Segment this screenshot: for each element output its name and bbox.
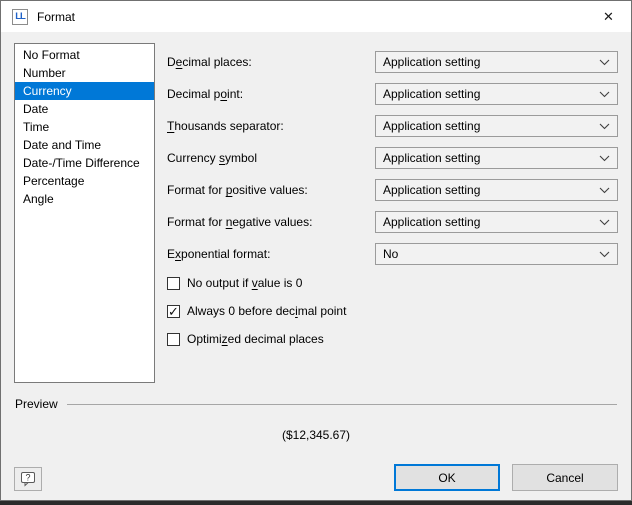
chevron-down-icon bbox=[599, 219, 613, 226]
format-category-list[interactable]: No Format Number Currency Date Time Date… bbox=[14, 43, 155, 383]
dialog-body: No Format Number Currency Date Time Date… bbox=[1, 32, 631, 501]
decimal-point-select[interactable]: Application setting bbox=[375, 83, 618, 105]
positive-values-format-row: Format for positive values: Application … bbox=[167, 179, 618, 201]
negative-values-format-row: Format for negative values: Application … bbox=[167, 211, 618, 233]
chevron-down-icon bbox=[599, 251, 613, 258]
close-icon: ✕ bbox=[603, 9, 614, 25]
decimal-point-row: Decimal point: Application setting bbox=[167, 83, 618, 105]
exponential-format-row: Exponential format: No bbox=[167, 243, 618, 265]
exponential-format-select[interactable]: No bbox=[375, 243, 618, 265]
chevron-down-icon bbox=[599, 123, 613, 130]
list-item-date-and-time[interactable]: Date and Time bbox=[15, 136, 154, 154]
close-button[interactable]: ✕ bbox=[586, 1, 631, 32]
list-item-percentage[interactable]: Percentage bbox=[15, 172, 154, 190]
list-item-number[interactable]: Number bbox=[15, 64, 154, 82]
list-item-no-format[interactable]: No Format bbox=[15, 46, 154, 64]
negative-values-format-label: Format for negative values: bbox=[167, 215, 375, 229]
chevron-down-icon bbox=[599, 155, 613, 162]
optimized-decimal-places-checkbox[interactable] bbox=[167, 333, 180, 346]
optimized-decimal-places-label: Optimized decimal places bbox=[187, 332, 324, 346]
chevron-down-icon bbox=[599, 91, 613, 98]
no-output-if-zero-label: No output if value is 0 bbox=[187, 276, 302, 290]
decimal-places-row: Decimal places: Application setting bbox=[167, 51, 618, 73]
preview-label: Preview bbox=[15, 397, 58, 411]
preview-divider bbox=[67, 404, 617, 405]
help-button[interactable]: ? bbox=[14, 467, 42, 491]
currency-symbol-select[interactable]: Application setting bbox=[375, 147, 618, 169]
currency-symbol-row: Currency symbol Application setting bbox=[167, 147, 618, 169]
always-zero-before-decimal-row[interactable]: ✓ Always 0 before decimal point bbox=[167, 303, 618, 319]
always-zero-before-decimal-label: Always 0 before decimal point bbox=[187, 304, 346, 318]
currency-symbol-label: Currency symbol bbox=[167, 151, 375, 165]
positive-values-format-select[interactable]: Application setting bbox=[375, 179, 618, 201]
chevron-down-icon bbox=[599, 187, 613, 194]
no-output-if-zero-row[interactable]: No output if value is 0 bbox=[167, 275, 618, 291]
svg-text:?: ? bbox=[25, 473, 30, 483]
list-item-currency[interactable]: Currency bbox=[15, 82, 154, 100]
decimal-places-label: Decimal places: bbox=[167, 55, 375, 69]
help-bubble-icon: ? bbox=[20, 471, 36, 487]
always-zero-before-decimal-checkbox[interactable]: ✓ bbox=[167, 305, 180, 318]
title-bar: LL Format ✕ bbox=[1, 1, 631, 32]
positive-values-format-label: Format for positive values: bbox=[167, 183, 375, 197]
list-item-date[interactable]: Date bbox=[15, 100, 154, 118]
ok-button[interactable]: OK bbox=[394, 464, 500, 491]
background-strip bbox=[0, 501, 632, 505]
thousands-separator-label: Thousands separator: bbox=[167, 119, 375, 133]
preview-value: ($12,345.67) bbox=[14, 428, 618, 442]
preview-section-header: Preview bbox=[15, 397, 618, 411]
exponential-format-label: Exponential format: bbox=[167, 247, 375, 261]
decimal-point-label: Decimal point: bbox=[167, 87, 375, 101]
format-dialog: LL Format ✕ No Format Number Currency Da… bbox=[0, 0, 632, 501]
dialog-footer: ? OK Cancel bbox=[14, 464, 618, 491]
optimized-decimal-places-row[interactable]: Optimized decimal places bbox=[167, 331, 618, 347]
thousands-separator-row: Thousands separator: Application setting bbox=[167, 115, 618, 137]
window-title: Format bbox=[37, 10, 75, 24]
options-checkbox-group: No output if value is 0 ✓ Always 0 befor… bbox=[167, 275, 618, 347]
list-item-time[interactable]: Time bbox=[15, 118, 154, 136]
cancel-button[interactable]: Cancel bbox=[512, 464, 618, 491]
format-options-panel: Decimal places: Application setting Deci… bbox=[167, 43, 618, 383]
list-item-date-time-difference[interactable]: Date-/Time Difference bbox=[15, 154, 154, 172]
decimal-places-select[interactable]: Application setting bbox=[375, 51, 618, 73]
thousands-separator-select[interactable]: Application setting bbox=[375, 115, 618, 137]
list-item-angle[interactable]: Angle bbox=[15, 190, 154, 208]
chevron-down-icon bbox=[599, 59, 613, 66]
negative-values-format-select[interactable]: Application setting bbox=[375, 211, 618, 233]
no-output-if-zero-checkbox[interactable] bbox=[167, 277, 180, 290]
app-icon: LL bbox=[12, 9, 28, 25]
